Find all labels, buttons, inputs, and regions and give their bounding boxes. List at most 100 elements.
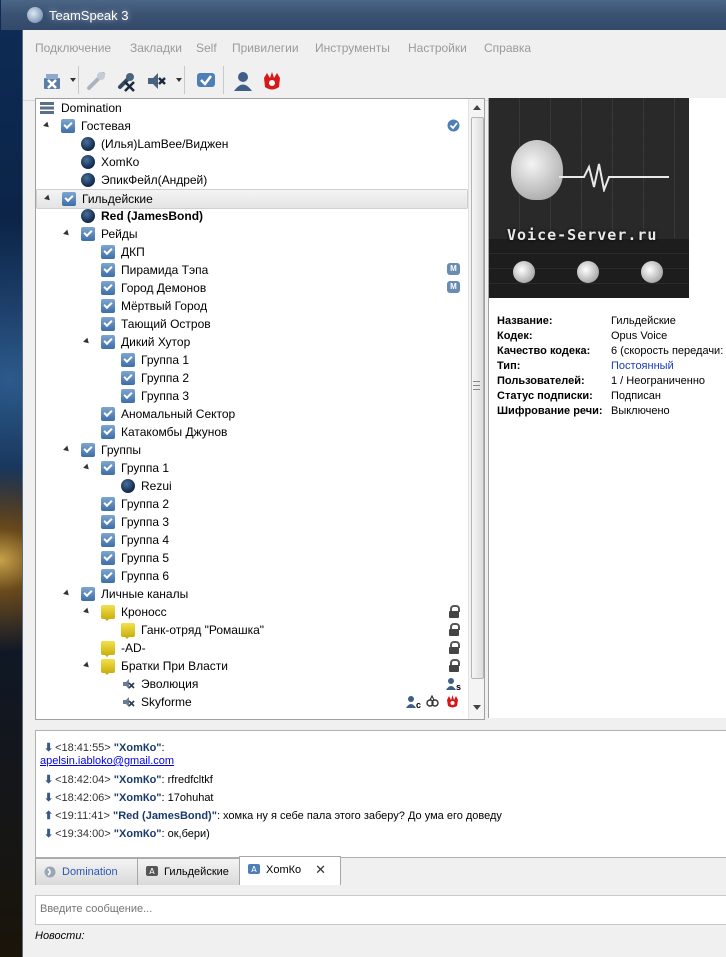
message-input[interactable] bbox=[36, 896, 726, 922]
tree-row[interactable]: (Илья)LamBee/Виджен bbox=[36, 135, 466, 153]
tree-row[interactable]: ХomКо bbox=[36, 153, 466, 171]
info-value: Выключено bbox=[611, 405, 670, 417]
channel-name: -AD- bbox=[121, 641, 146, 655]
chevron-down-icon[interactable] bbox=[83, 607, 91, 616]
tree-row[interactable]: Группа 3 bbox=[36, 387, 466, 405]
tab-server-chat[interactable]: Domination bbox=[35, 858, 139, 885]
tree-row[interactable]: Рейды bbox=[36, 225, 466, 243]
info-value: 1 / Неограниченно bbox=[611, 375, 706, 387]
menu-help[interactable]: Справка bbox=[484, 41, 531, 55]
channel-icon bbox=[101, 551, 115, 565]
menu-connections[interactable]: Подключение bbox=[35, 41, 111, 55]
tree-row[interactable]: Тающий Остров bbox=[36, 315, 466, 333]
disconnect-icon[interactable] bbox=[41, 70, 63, 92]
chevron-down-icon[interactable] bbox=[83, 337, 91, 346]
menu-settings[interactable]: Настройки bbox=[408, 41, 467, 55]
tree-row[interactable]: Гостевая bbox=[36, 117, 466, 135]
channel-name: Группа 6 bbox=[121, 569, 170, 583]
chat-text: : rfredfcltkf bbox=[161, 774, 213, 786]
tree-row[interactable]: Эволюция s bbox=[36, 675, 466, 693]
tree-row[interactable]: Город Демонов M bbox=[36, 279, 466, 297]
client-icon bbox=[81, 173, 95, 187]
tree-row[interactable]: Группа 2 bbox=[36, 369, 466, 387]
chevron-down-icon[interactable] bbox=[43, 121, 51, 130]
chevron-down-icon[interactable] bbox=[63, 229, 71, 238]
tree-row[interactable]: Группа 1 bbox=[36, 459, 466, 477]
muted-client-icon bbox=[123, 697, 135, 707]
menu-bookmarks[interactable]: Закладки bbox=[130, 41, 182, 55]
tree-row[interactable]: Ганк-отряд "Ромашка" bbox=[36, 621, 466, 639]
email-link[interactable]: apelsin.iabloko@gmail.com bbox=[40, 755, 174, 767]
chevron-down-icon[interactable] bbox=[83, 661, 91, 670]
tree-row[interactable]: Группа 6 bbox=[36, 567, 466, 585]
tree-row[interactable]: Катакомбы Джунов bbox=[36, 423, 466, 441]
chat-log[interactable]: ⬇ <18:41:55> "ХomКо": apelsin.iabloko@gm… bbox=[35, 730, 726, 858]
chat-nick[interactable]: "ХomКо" bbox=[114, 774, 162, 786]
contacts-icon[interactable] bbox=[232, 70, 254, 92]
window-title: TeamSpeak 3 bbox=[49, 8, 129, 23]
scroll-down-arrow-icon[interactable] bbox=[473, 705, 481, 710]
tree-row[interactable]: Аномальный Сектор bbox=[36, 405, 466, 423]
tree-row[interactable]: ДКП bbox=[36, 243, 466, 261]
scrollbar-thumb[interactable] bbox=[471, 117, 484, 679]
chat-nick[interactable]: "ХomКо" bbox=[114, 792, 162, 804]
tree-row[interactable]: Группа 3 bbox=[36, 513, 466, 531]
incoming-arrow-icon: ⬇ bbox=[44, 828, 54, 840]
chat-nick[interactable]: "ХomКо" bbox=[114, 742, 162, 754]
tree-row[interactable]: Братки При Власти bbox=[36, 657, 466, 675]
chat-nick[interactable]: "Red (JamesBond)" bbox=[113, 810, 217, 822]
menu-permissions[interactable]: Привилегии bbox=[232, 41, 299, 55]
chevron-down-icon[interactable] bbox=[83, 463, 91, 472]
tree-server-row[interactable]: Domination bbox=[36, 99, 466, 117]
tree-row[interactable]: Группа 4 bbox=[36, 531, 466, 549]
tree-row[interactable]: Личные каналы bbox=[36, 585, 466, 603]
info-key: Кодек: bbox=[497, 330, 533, 342]
banner-icon bbox=[577, 261, 599, 283]
mute-microphone-icon[interactable] bbox=[115, 70, 137, 92]
tree-row-selected[interactable]: Гильдейские bbox=[36, 189, 468, 209]
tree-row[interactable]: Группы bbox=[36, 441, 466, 459]
channel-tree[interactable]: Domination Гостевая (Илья)LamBee/Виджен … bbox=[35, 98, 485, 720]
tree-row[interactable]: Группа 2 bbox=[36, 495, 466, 513]
tree-row[interactable]: Дикий Хутор bbox=[36, 333, 466, 351]
tree-row[interactable]: ЭпикФейл(Андрей) bbox=[36, 171, 466, 189]
client-name: Red (JamesBond) bbox=[101, 209, 204, 223]
menu-tools[interactable]: Инструменты bbox=[315, 41, 390, 55]
scroll-up-arrow-icon[interactable] bbox=[473, 105, 481, 110]
tree-row[interactable]: Red (JamesBond) bbox=[36, 207, 466, 225]
menu-self[interactable]: Self bbox=[196, 41, 217, 55]
client-icon bbox=[81, 209, 95, 223]
chevron-down-icon[interactable] bbox=[63, 589, 71, 598]
close-icon[interactable]: ✕ bbox=[315, 857, 326, 883]
tree-row[interactable]: Пирамида Тэпа M bbox=[36, 261, 466, 279]
channel-name: Группа 1 bbox=[141, 353, 190, 367]
tree-row[interactable]: -AD- bbox=[36, 639, 466, 657]
channel-icon bbox=[101, 407, 115, 421]
tree-row[interactable]: Группа 5 bbox=[36, 549, 466, 567]
chat-tabs: Domination A Гильдейские A ХomКо ✕ bbox=[35, 856, 726, 886]
tree-row[interactable]: Группа 1 bbox=[36, 351, 466, 369]
channel-name: Ганк-отряд "Ромашка" bbox=[141, 623, 265, 637]
channel-icon bbox=[101, 335, 115, 349]
tree-row[interactable]: Rezui bbox=[36, 477, 466, 495]
password-channel-icon bbox=[101, 605, 115, 621]
friends-icon bbox=[426, 695, 439, 707]
chevron-down-icon[interactable] bbox=[63, 445, 71, 454]
tree-row[interactable]: Кроносс bbox=[36, 603, 466, 621]
hotkey-icon[interactable] bbox=[261, 70, 283, 92]
banner-text: Voice-Server.ru bbox=[507, 226, 658, 244]
subscribe-icon[interactable] bbox=[195, 70, 217, 92]
chevron-down-icon[interactable] bbox=[70, 78, 76, 82]
tree-scrollbar[interactable] bbox=[468, 99, 484, 719]
server-chat-icon bbox=[44, 866, 56, 878]
teamspeak-window: TeamSpeak 3 Подключение Закладки Self Пр… bbox=[1, 0, 726, 957]
tab-channel-chat[interactable]: A Гильдейские bbox=[137, 858, 241, 885]
chevron-down-icon[interactable] bbox=[176, 78, 182, 82]
chat-nick[interactable]: "ХomКо" bbox=[114, 828, 162, 840]
chevron-down-icon[interactable] bbox=[44, 194, 52, 203]
tree-row[interactable]: Мёртвый Город bbox=[36, 297, 466, 315]
tab-private-chat[interactable]: A ХomКо ✕ bbox=[239, 856, 341, 885]
mute-speakers-icon[interactable] bbox=[145, 70, 167, 92]
away-icon[interactable] bbox=[85, 70, 107, 92]
tree-row[interactable]: Skyforme c bbox=[36, 693, 466, 711]
